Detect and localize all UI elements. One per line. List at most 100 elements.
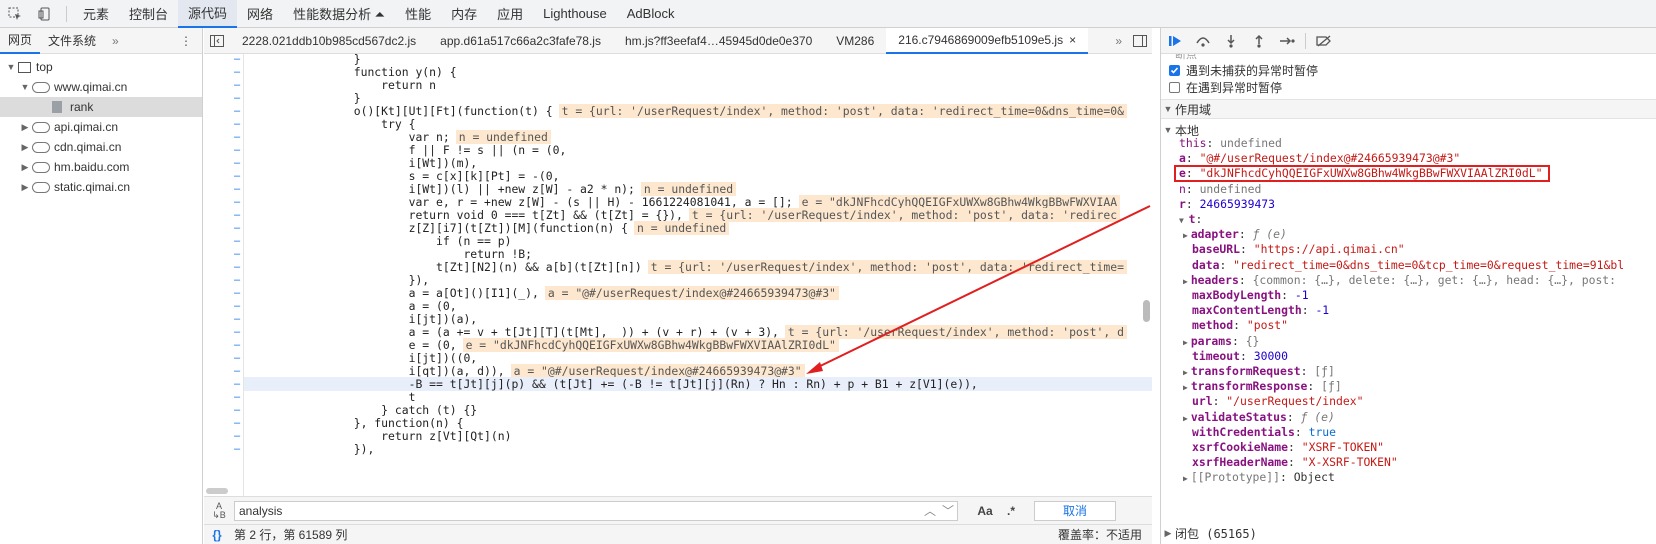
replace-toggle-icon[interactable]: A ↳B <box>204 501 234 520</box>
more-tabs-icon[interactable]: » <box>104 28 127 54</box>
line-marker: – <box>234 274 241 286</box>
scope-variable-headers[interactable]: ▶ headers: {common: {…}, delete: {…}, get… <box>1183 272 1616 288</box>
tree-item-label: rank <box>70 100 94 114</box>
tree-item[interactable]: ▶ api.qimai.cn <box>0 117 202 137</box>
tree-item[interactable]: ▶ hm.baidu.com <box>0 157 202 177</box>
scope-variable-data[interactable]: data: "redirect_time=0&dns_time=0&tcp_ti… <box>1183 257 1624 273</box>
devtools-tab[interactable]: 网络 <box>237 0 283 28</box>
devtools-tab[interactable]: 应用 <box>487 0 533 28</box>
checkbox-unchecked-icon[interactable] <box>1169 82 1180 93</box>
collapsed-arrow-icon[interactable]: ▶ <box>1183 383 1188 392</box>
scope-variable-t[interactable]: ▼ t: <box>1179 211 1202 227</box>
scope-title: 作用域 <box>1175 102 1212 117</box>
collapsed-arrow-icon[interactable]: ▶ <box>18 182 32 193</box>
expanded-arrow-icon[interactable]: ▼ <box>1179 216 1189 225</box>
step-over-icon[interactable] <box>1189 28 1217 54</box>
search-input[interactable]: analysis <box>239 504 921 518</box>
devtools-tab[interactable]: 源代码 <box>178 0 238 28</box>
step-into-icon[interactable] <box>1217 28 1245 54</box>
devtools-tab[interactable]: 性能 <box>395 0 441 28</box>
pause-caught-option[interactable]: 在遇到异常时暂停 <box>1161 79 1656 96</box>
tree-item[interactable]: rank <box>0 97 202 117</box>
deactivate-breakpoints-icon[interactable] <box>1310 28 1338 54</box>
devtools-tab[interactable]: AdBlock <box>617 0 685 28</box>
horizontal-scrollbar[interactable] <box>206 488 228 494</box>
file-tab[interactable]: 2228.021ddb10b985cd567dc2.js <box>230 28 428 54</box>
scope-variable-n[interactable]: n: undefined <box>1179 181 1261 197</box>
device-toolbar-icon[interactable] <box>30 0 60 28</box>
devtools-tab[interactable]: 内存 <box>441 0 487 28</box>
scope-section-header[interactable]: ▼ 作用域 <box>1161 99 1656 119</box>
more-files-icon[interactable]: » <box>1109 34 1128 48</box>
scope-variable-maxbodylength[interactable]: maxBodyLength: -1 <box>1183 287 1309 303</box>
expanded-arrow-icon[interactable]: ▼ <box>18 82 32 92</box>
collapsed-arrow-icon[interactable]: ▶ <box>1183 368 1188 377</box>
search-bar: A ↳B analysis ︿ ﹀ Aa .* 取消 <box>204 496 1152 524</box>
devtools-tab[interactable]: 元素 <box>73 0 119 28</box>
chevron-up-icon[interactable]: ︿ <box>921 502 939 519</box>
step-icon[interactable] <box>1273 28 1301 54</box>
scope-variable-method[interactable]: method: "post" <box>1183 317 1288 333</box>
file-tab[interactable]: app.d61a517c66a2c3fafe78.js <box>428 28 613 54</box>
collapsed-arrow-icon[interactable]: ▶ <box>18 122 32 133</box>
scope-variable-xsrfcookiename[interactable]: xsrfCookieName: "XSRF-TOKEN" <box>1183 439 1384 455</box>
toggle-navigator-icon[interactable] <box>204 34 230 47</box>
chevron-down-icon[interactable]: ﹀ <box>939 502 957 519</box>
tree-item[interactable]: ▼ top <box>0 57 202 77</box>
collapsed-arrow-icon[interactable]: ▶ <box>1161 528 1175 539</box>
expand-arrow-icon[interactable]: ▼ <box>1161 125 1175 135</box>
toggle-debugger-icon[interactable] <box>1128 34 1152 47</box>
scope-variable-baseurl[interactable]: baseURL: "https://api.qimai.cn" <box>1183 241 1405 257</box>
file-tab[interactable]: VM286 <box>824 28 886 54</box>
resume-icon[interactable] <box>1161 28 1189 54</box>
expand-arrow-icon[interactable]: ▼ <box>1161 104 1175 114</box>
tree-item[interactable]: ▶ cdn.qimai.cn <box>0 137 202 157</box>
collapsed-arrow-icon[interactable]: ▶ <box>18 162 32 173</box>
tab-page[interactable]: 网页 <box>0 28 41 54</box>
scope-variable-timeout[interactable]: timeout: 30000 <box>1183 348 1288 364</box>
devtools-tab[interactable]: Lighthouse <box>533 0 617 28</box>
search-field[interactable]: analysis ︿ ﹀ <box>234 500 958 521</box>
variable-value: undefined <box>1220 136 1282 150</box>
scope-variable-withcredentials[interactable]: withCredentials: true <box>1183 424 1336 440</box>
tree-item[interactable]: ▶ static.qimai.cn <box>0 177 202 197</box>
scope-variable-url[interactable]: url: "/userRequest/index" <box>1183 393 1363 409</box>
code-view[interactable]: – } – function y(n) {– return n – } – o()[K… <box>204 54 1152 496</box>
match-case-button[interactable]: Aa <box>970 504 1000 518</box>
step-out-icon[interactable] <box>1245 28 1273 54</box>
scope-variable-xsrfheadername[interactable]: xsrfHeaderName: "X-XSRF-TOKEN" <box>1183 454 1398 470</box>
cancel-button[interactable]: 取消 <box>1034 500 1116 521</box>
tree-item[interactable]: ▼ www.qimai.cn <box>0 77 202 97</box>
collapsed-arrow-icon[interactable]: ▶ <box>1183 277 1188 286</box>
devtools-tab[interactable]: 控制台 <box>119 0 178 28</box>
closure-scope-header[interactable]: ▶ 闭包 (65165) <box>1161 524 1257 542</box>
scope-variable-params[interactable]: ▶ params: {} <box>1183 333 1259 349</box>
collapsed-arrow-icon[interactable]: ▶ <box>18 142 32 153</box>
checkbox-checked-icon[interactable] <box>1169 65 1180 76</box>
line-marker: – <box>234 248 241 260</box>
tab-filesystem[interactable]: 文件系统 <box>40 28 104 54</box>
scope-variable-maxcontentlength[interactable]: maxContentLength: -1 <box>1183 302 1329 318</box>
inspect-element-icon[interactable] <box>0 0 30 28</box>
devtools-tab[interactable]: 性能数据分析 ⏶ <box>283 0 395 28</box>
expanded-arrow-icon[interactable]: ▼ <box>4 62 18 72</box>
scope-variable-transformrequest[interactable]: ▶ transformRequest: [ƒ] <box>1183 363 1335 379</box>
file-tab[interactable]: 216.c7946869009efb5109e5.js × <box>886 27 1089 54</box>
scope-variable-validatestatus[interactable]: ▶ validateStatus: ƒ (e) <box>1183 409 1335 425</box>
pretty-print-icon[interactable]: {} <box>204 528 230 542</box>
scope-variable-transformresponse[interactable]: ▶ transformResponse: [ƒ] <box>1183 378 1342 394</box>
file-tab[interactable]: hm.js?ff3eefaf4…45945d0de0e370 <box>613 28 824 54</box>
close-icon[interactable]: × <box>1069 33 1076 47</box>
kebab-menu-icon[interactable]: ⋮ <box>180 34 192 48</box>
pause-uncaught-option[interactable]: 遇到未捕获的异常时暂停 <box>1161 62 1656 79</box>
scope-variable-this[interactable]: this: undefined <box>1179 135 1282 151</box>
scope-variable-r[interactable]: r: 24665939473 <box>1179 196 1275 212</box>
collapsed-arrow-icon[interactable]: ▶ <box>1183 338 1188 347</box>
collapsed-arrow-icon[interactable]: ▶ <box>1183 474 1188 483</box>
collapsed-arrow-icon[interactable]: ▶ <box>1183 231 1188 240</box>
scope-variable-adapter[interactable]: ▶ adapter: ƒ (e) <box>1183 226 1287 242</box>
regex-button[interactable]: .* <box>1000 504 1022 518</box>
scope-variable-a[interactable]: a: "@#/userRequest/index@#24665939473@#3… <box>1179 150 1460 166</box>
collapsed-arrow-icon[interactable]: ▶ <box>1183 414 1188 423</box>
scope-variable-prototype[interactable]: ▶ [[Prototype]]: Object <box>1183 469 1335 485</box>
